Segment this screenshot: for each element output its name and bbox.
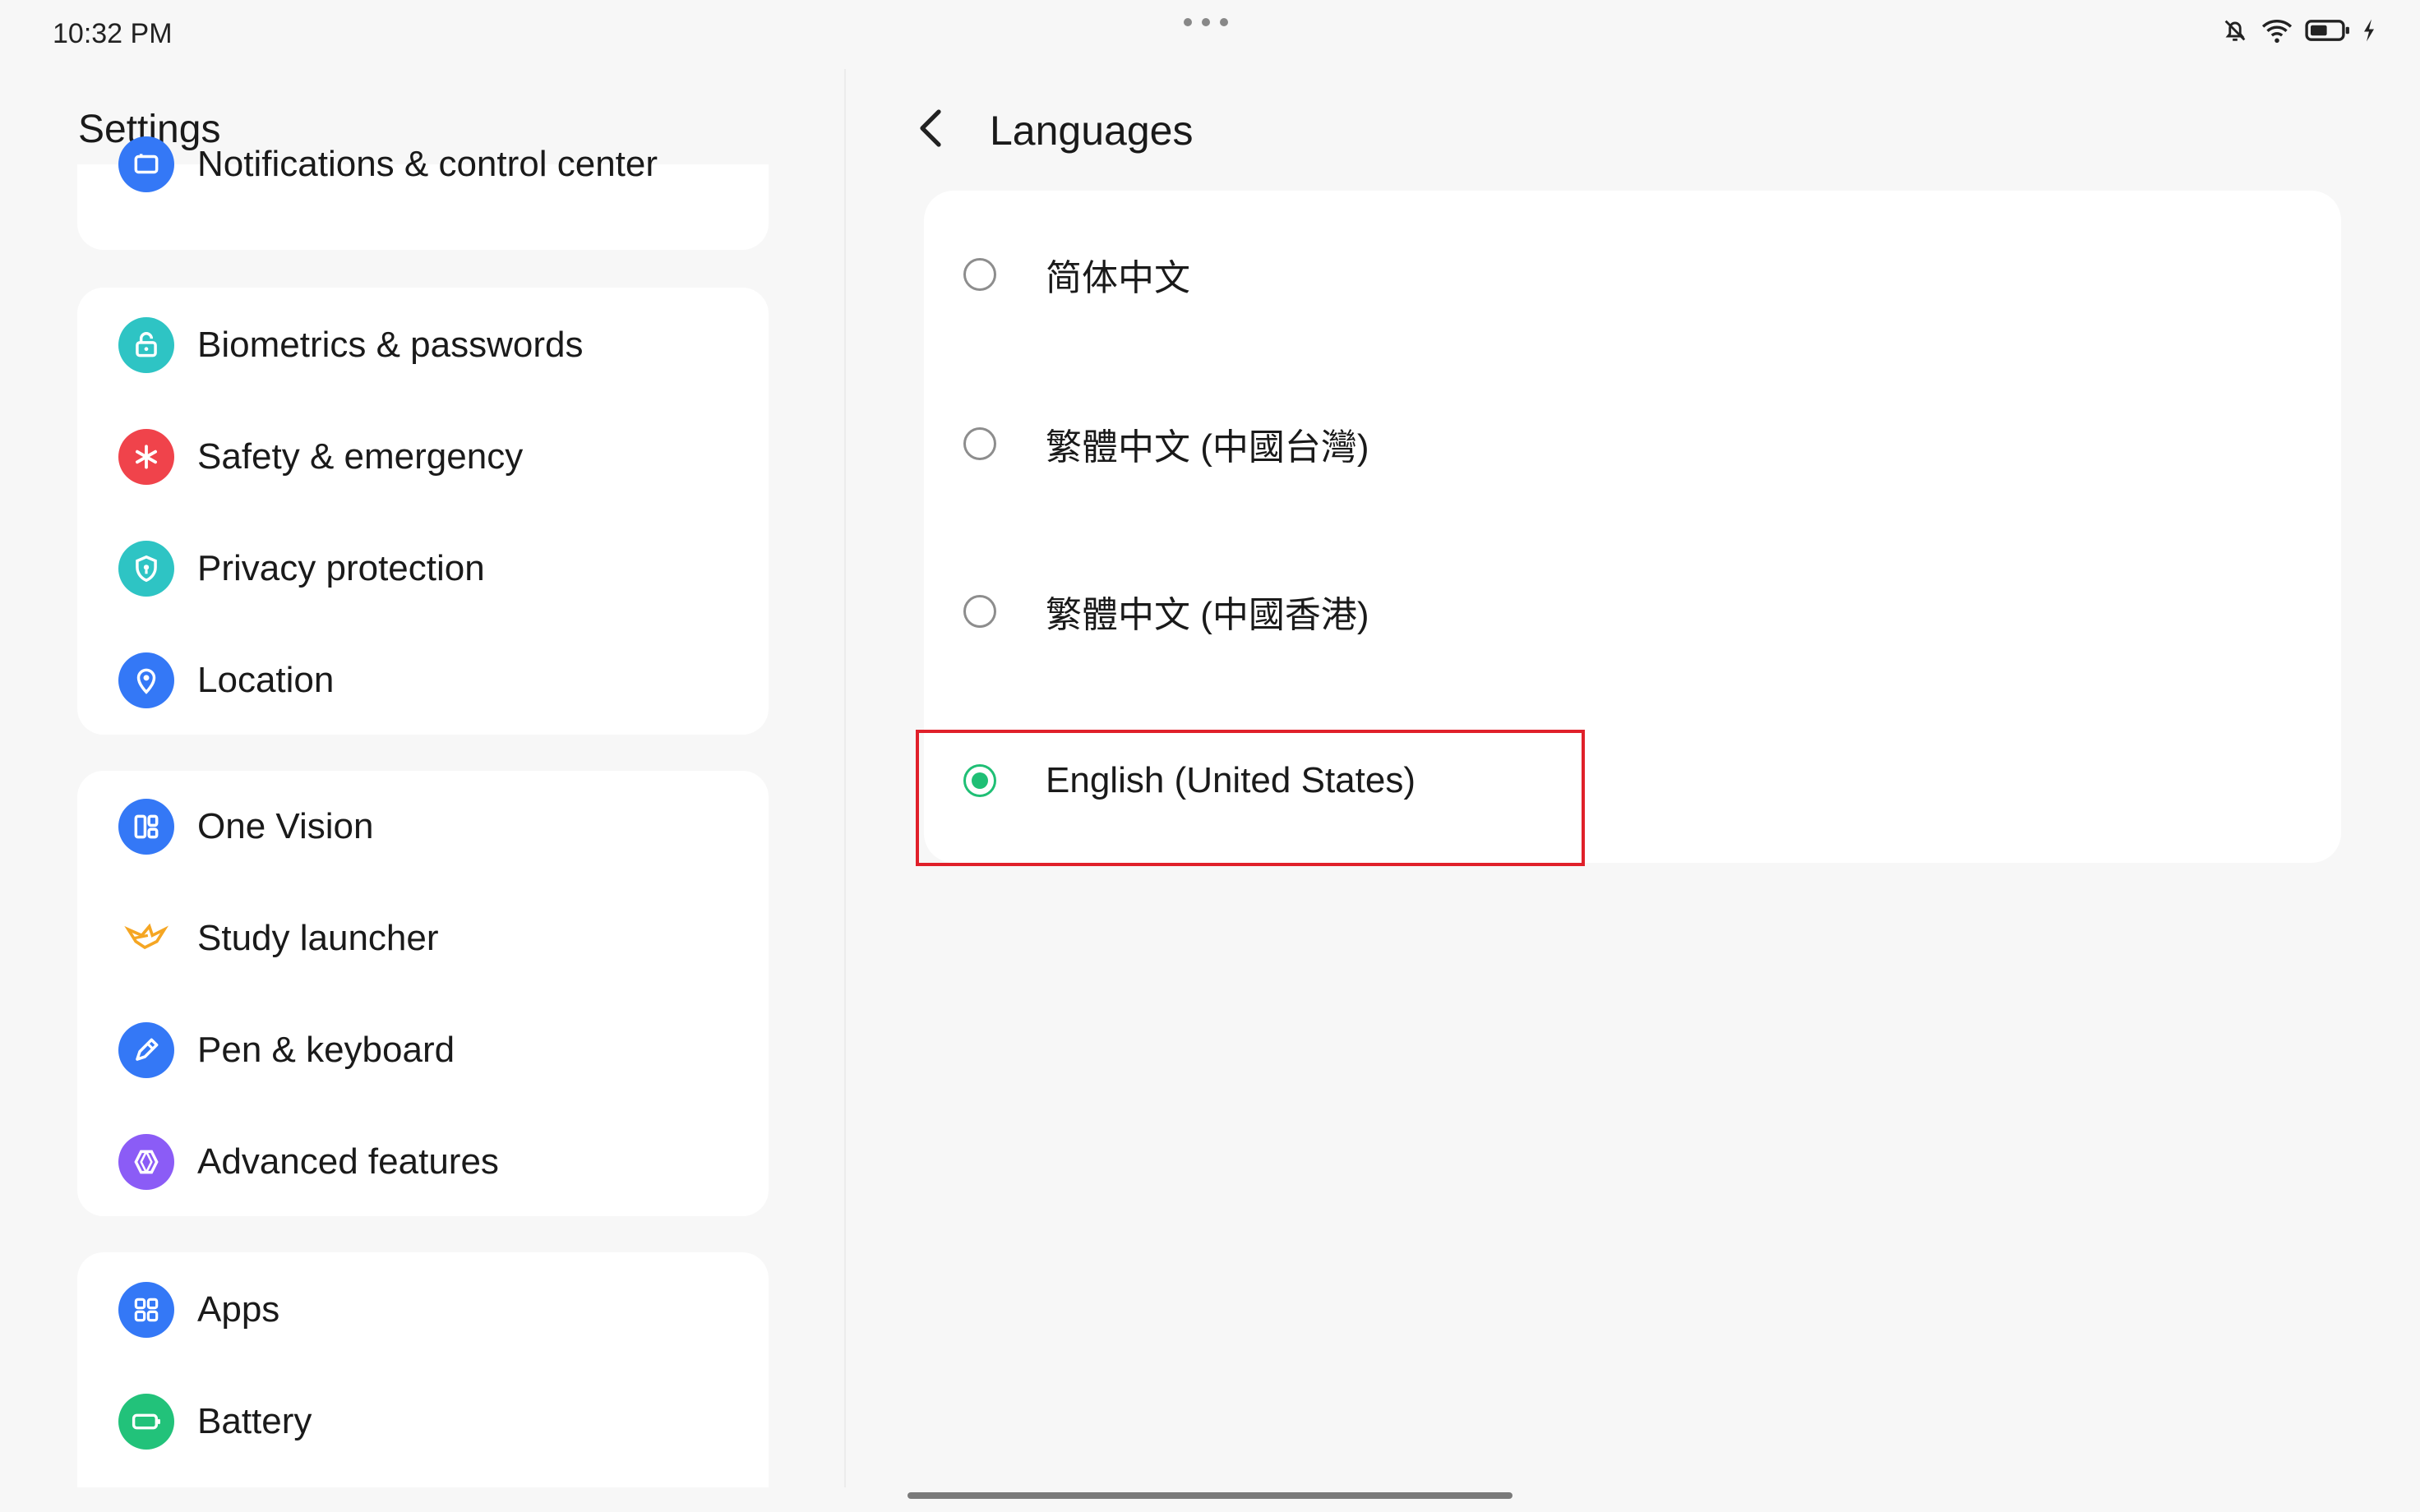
mute-bell-icon xyxy=(2224,20,2246,41)
sidebar-item-safety[interactable]: Safety & emergency xyxy=(118,424,523,490)
home-indicator[interactable] xyxy=(908,1492,1512,1499)
sidebar-item-apps[interactable]: Apps xyxy=(118,1277,279,1343)
sidebar-item-label: Notifications & control center xyxy=(197,144,658,184)
pen-icon xyxy=(118,1022,174,1078)
language-option-traditional-chinese-hongkong[interactable]: 繁體中文 (中國香港) xyxy=(963,562,2279,661)
settings-card-security: Biometrics & passwords Safety & emergenc… xyxy=(77,288,769,735)
languages-title: Languages xyxy=(990,108,1194,154)
battery-icon xyxy=(118,1394,174,1450)
settings-card-top: Notifications & control center xyxy=(77,136,769,250)
sidebar-item-label: Pen & keyboard xyxy=(197,1030,455,1070)
sidebar-item-label: One Vision xyxy=(197,806,374,846)
window-menu-dots-icon[interactable] xyxy=(1184,18,1228,26)
bird-icon xyxy=(118,910,174,966)
selection-highlight-box xyxy=(916,730,1585,866)
radio-button[interactable] xyxy=(963,258,996,291)
language-label: 繁體中文 (中國香港) xyxy=(1046,595,1369,635)
language-label: 简体中文 xyxy=(1046,258,1190,298)
sidebar-item-study-launcher[interactable]: Study launcher xyxy=(118,906,439,971)
back-button[interactable] xyxy=(912,104,952,157)
sidebar-item-label: Privacy protection xyxy=(197,548,485,588)
settings-card-features: One Vision Study launcher Pen & keyboard… xyxy=(77,771,769,1216)
settings-card-apps: Apps Battery xyxy=(77,1252,769,1487)
lock-icon xyxy=(118,317,174,373)
sidebar-item-location[interactable]: Location xyxy=(118,648,334,713)
language-option-traditional-chinese-taiwan[interactable]: 繁體中文 (中國台灣) xyxy=(963,394,2279,493)
sidebar-item-pen-keyboard[interactable]: Pen & keyboard xyxy=(118,1017,455,1083)
status-time: 10:32 PM xyxy=(53,18,173,49)
hexagon-icon xyxy=(118,1134,174,1190)
apps-grid-icon xyxy=(118,1282,174,1338)
sidebar-item-label: Safety & emergency xyxy=(197,436,524,477)
layout-icon xyxy=(118,799,174,855)
charging-icon xyxy=(2364,19,2374,42)
language-label: 繁體中文 (中國台灣) xyxy=(1046,427,1369,468)
sidebar-item-notifications[interactable]: Notifications & control center xyxy=(118,131,658,197)
sidebar-item-label: Battery xyxy=(197,1401,312,1441)
chevron-left-icon xyxy=(920,109,941,147)
status-icons xyxy=(2221,16,2376,44)
pane-divider xyxy=(844,69,846,1487)
sidebar-item-advanced-features[interactable]: Advanced features xyxy=(118,1129,499,1195)
sidebar-item-label: Study launcher xyxy=(197,918,439,958)
sidebar-item-one-vision[interactable]: One Vision xyxy=(118,794,373,860)
radio-button[interactable] xyxy=(963,427,996,460)
sidebar-item-biometrics[interactable]: Biometrics & passwords xyxy=(118,312,583,378)
sidebar-item-battery[interactable]: Battery xyxy=(118,1389,312,1454)
notifications-icon xyxy=(118,136,174,192)
radio-button[interactable] xyxy=(963,595,996,628)
battery-icon xyxy=(2305,20,2349,41)
sidebar-item-privacy[interactable]: Privacy protection xyxy=(118,536,485,602)
language-option-simplified-chinese[interactable]: 简体中文 xyxy=(963,225,2279,324)
location-pin-icon xyxy=(118,652,174,708)
sidebar-item-label: Biometrics & passwords xyxy=(197,325,584,365)
sidebar-item-label: Location xyxy=(197,660,335,700)
wifi-icon xyxy=(2261,19,2293,44)
sidebar-item-label: Advanced features xyxy=(197,1141,499,1182)
shield-icon xyxy=(118,541,174,597)
sidebar-item-label: Apps xyxy=(197,1289,280,1330)
asterisk-icon xyxy=(118,429,174,485)
